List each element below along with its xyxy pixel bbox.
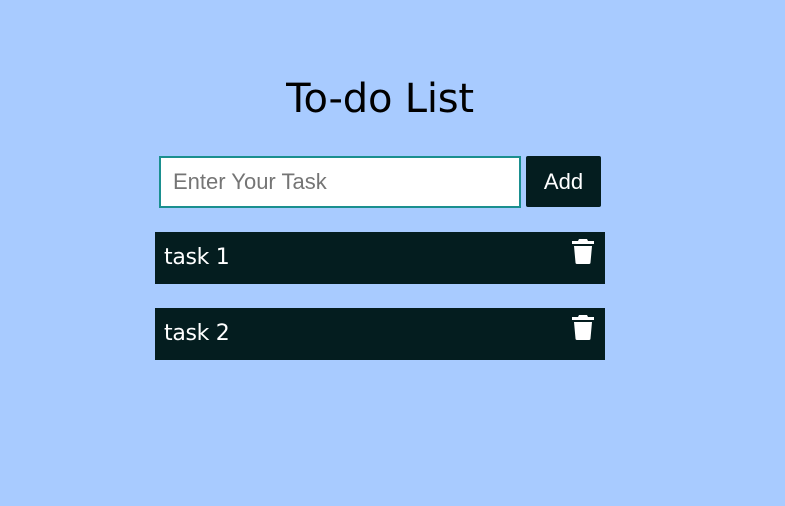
task-item: task 2: [155, 308, 605, 360]
task-label: task 1: [164, 245, 230, 270]
task-label: task 2: [164, 321, 230, 346]
trash-icon[interactable]: [571, 314, 595, 340]
task-item: task 1: [155, 232, 605, 284]
todo-app: To-do List Add task 1 task 2: [0, 0, 785, 506]
page-title: To-do List: [286, 76, 474, 122]
task-form: Add: [159, 156, 601, 208]
trash-icon[interactable]: [571, 238, 595, 264]
task-input[interactable]: [159, 156, 521, 208]
add-button[interactable]: Add: [526, 156, 601, 207]
task-list: task 1 task 2: [155, 232, 605, 384]
